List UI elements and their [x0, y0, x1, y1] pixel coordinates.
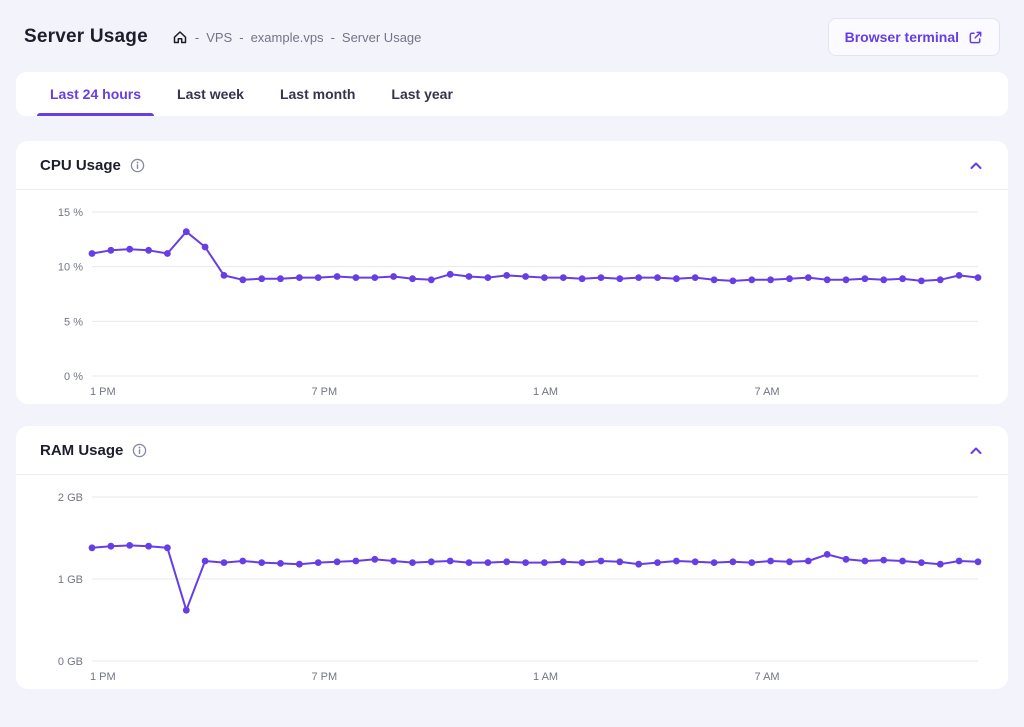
ram-usage-card: RAM Usage 0 GB 1 GB 2 GB 1 PM 7 PM 1 AM 7 AM [16, 426, 1008, 689]
svg-text:7 AM: 7 AM [755, 386, 780, 398]
svg-text:7 AM: 7 AM [755, 671, 780, 683]
svg-text:0 %: 0 % [64, 371, 83, 383]
svg-text:1 AM: 1 AM [533, 386, 558, 398]
breadcrumb-item-hostname[interactable]: example.vps [251, 30, 324, 45]
ram-usage-card-header: RAM Usage [16, 426, 1008, 475]
cpu-usage-card-header: CPU Usage [16, 141, 1008, 190]
chevron-up-icon [968, 158, 984, 174]
svg-text:1 GB: 1 GB [58, 574, 83, 586]
info-icon [130, 158, 145, 173]
page-title: Server Usage [24, 26, 148, 48]
top-bar: Server Usage - VPS - example.vps - Serve… [16, 10, 1008, 72]
cpu-usage-collapse-button[interactable] [968, 158, 984, 174]
breadcrumb-home[interactable] [172, 29, 188, 45]
server-usage-page: Server Usage - VPS - example.vps - Serve… [0, 0, 1024, 727]
breadcrumb-separator: - [195, 30, 199, 45]
home-icon [172, 29, 188, 45]
tab-last-week-label: Last week [177, 86, 244, 102]
browser-terminal-label: Browser terminal [845, 29, 959, 45]
tab-last-month[interactable]: Last month [262, 72, 373, 116]
breadcrumb-separator: - [331, 30, 335, 45]
breadcrumb-current: Server Usage [342, 30, 421, 45]
cpu-usage-chart-area: 0 % 5 % 10 % 15 % 1 PM 7 PM 1 AM 7 AM [16, 190, 1008, 404]
breadcrumb: - VPS - example.vps - Server Usage [172, 29, 422, 45]
svg-text:10 %: 10 % [58, 262, 83, 274]
svg-text:5 %: 5 % [64, 316, 83, 328]
tab-last-24-hours-label: Last 24 hours [50, 86, 141, 102]
tab-last-24-hours[interactable]: Last 24 hours [32, 72, 159, 116]
tab-last-week[interactable]: Last week [159, 72, 262, 116]
external-link-icon [968, 30, 983, 45]
breadcrumb-item-vps[interactable]: VPS [206, 30, 232, 45]
ram-usage-chart-area: 0 GB 1 GB 2 GB 1 PM 7 PM 1 AM 7 AM [16, 475, 1008, 689]
svg-text:7 PM: 7 PM [312, 671, 338, 683]
svg-text:1 PM: 1 PM [90, 671, 116, 683]
info-icon [132, 443, 147, 458]
cpu-usage-info-button[interactable] [130, 158, 145, 173]
ram-usage-collapse-button[interactable] [968, 443, 984, 459]
cpu-usage-chart: 0 % 5 % 10 % 15 % 1 PM 7 PM 1 AM 7 AM [36, 202, 988, 402]
svg-text:7 PM: 7 PM [312, 386, 338, 398]
tab-last-year[interactable]: Last year [373, 72, 470, 116]
svg-text:1 AM: 1 AM [533, 671, 558, 683]
cpu-usage-title: CPU Usage [40, 157, 121, 174]
browser-terminal-button[interactable]: Browser terminal [828, 18, 1000, 56]
svg-text:2 GB: 2 GB [58, 492, 83, 504]
breadcrumb-separator: - [239, 30, 243, 45]
time-range-tabs: Last 24 hours Last week Last month Last … [16, 72, 1008, 116]
ram-usage-chart: 0 GB 1 GB 2 GB 1 PM 7 PM 1 AM 7 AM [36, 487, 988, 687]
svg-text:1 PM: 1 PM [90, 386, 116, 398]
svg-text:15 %: 15 % [58, 207, 83, 219]
ram-usage-info-button[interactable] [132, 443, 147, 458]
chevron-up-icon [968, 443, 984, 459]
ram-usage-title: RAM Usage [40, 442, 123, 459]
tab-last-year-label: Last year [391, 86, 452, 102]
svg-text:0 GB: 0 GB [58, 656, 83, 668]
tab-last-month-label: Last month [280, 86, 355, 102]
cpu-usage-card: CPU Usage 0 % 5 % 10 % 15 % 1 PM 7 PM 1 AM 7 AM [16, 141, 1008, 404]
